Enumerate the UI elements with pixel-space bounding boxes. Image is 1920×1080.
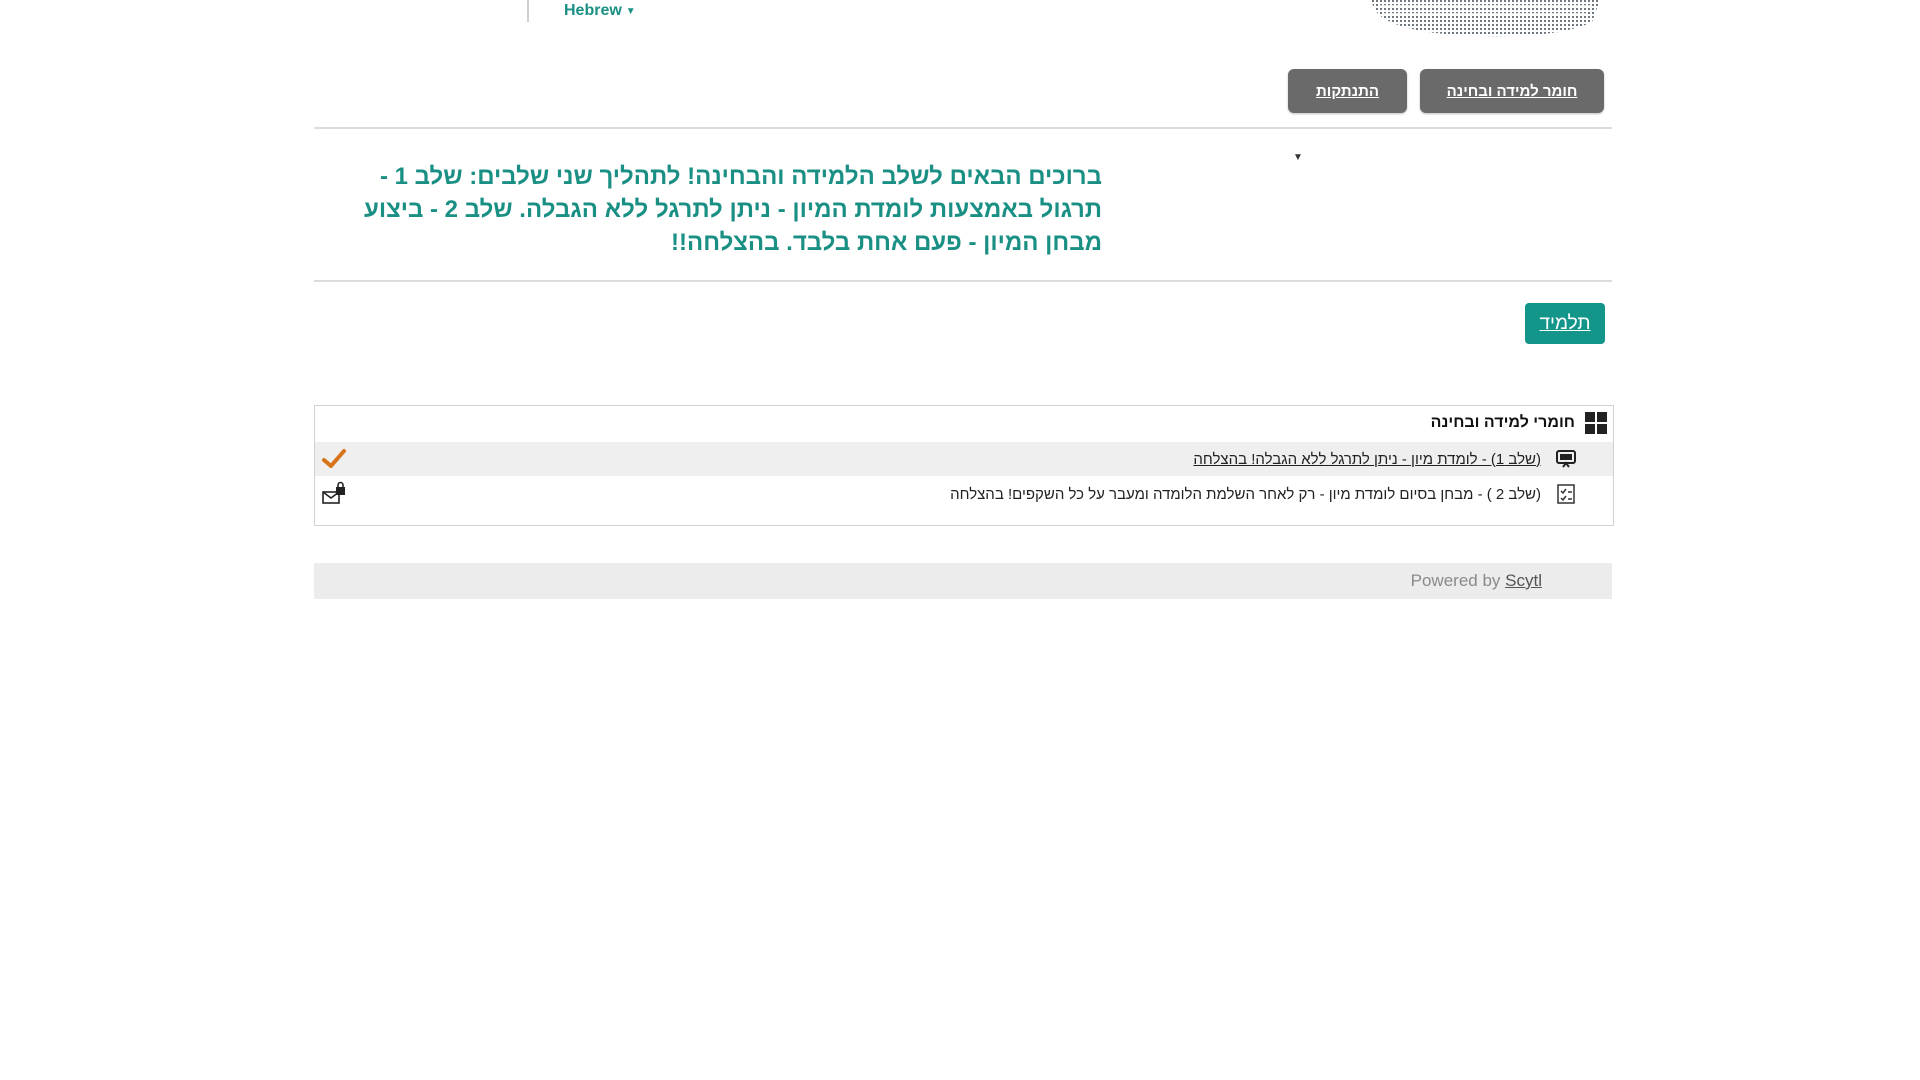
divider (314, 127, 1612, 129)
exam-icon (1557, 484, 1575, 504)
list-item: (שלב 2 ) - מבחן בסיום לומדת מיון - רק לא… (315, 477, 1613, 511)
footer-text: Powered by Scytl (1411, 571, 1542, 591)
language-label: Hebrew (564, 2, 622, 19)
language-select[interactable]: Hebrew ▼ (564, 2, 636, 20)
learning-materials-button[interactable]: חומר למידה ובחינה (1420, 69, 1604, 113)
powered-by-label: Powered by (1410, 571, 1501, 590)
welcome-message: ברוכים הבאים לשלב הלמידה והבחינה! לתהליך… (364, 163, 1102, 256)
header-divider (527, 0, 529, 22)
chevron-down-icon: ▼ (625, 5, 636, 17)
divider (314, 280, 1612, 282)
scytl-link[interactable]: Scytl (1505, 571, 1542, 590)
site-logo (1370, 0, 1600, 37)
panel-title: חומרי למידה ובחינה (1430, 414, 1575, 431)
locked-icon (322, 481, 345, 504)
list-item[interactable]: (שלב 1) - לומדת מיון - ניתן לתרגל ללא הג… (315, 442, 1613, 476)
panel-header: חומרי למידה ובחינה (315, 406, 1613, 440)
check-icon (322, 449, 346, 468)
presentation-icon (1556, 450, 1576, 468)
item-link[interactable]: (שלב 1) - לומדת מיון - ניתן לתרגל ללא הג… (1193, 451, 1541, 468)
student-role-button[interactable]: תלמיד (1525, 303, 1605, 344)
materials-panel: חומרי למידה ובחינה (שלב 1) - לומדת מיון … (314, 405, 1614, 526)
footer: Powered by Scytl (314, 563, 1612, 599)
caret-down-icon[interactable]: ▼ (1293, 152, 1303, 163)
logout-button[interactable]: התנתקות (1288, 69, 1407, 113)
item-label: (שלב 2 ) - מבחן בסיום לומדת מיון - רק לא… (950, 485, 1541, 503)
grid-icon (1585, 412, 1607, 434)
